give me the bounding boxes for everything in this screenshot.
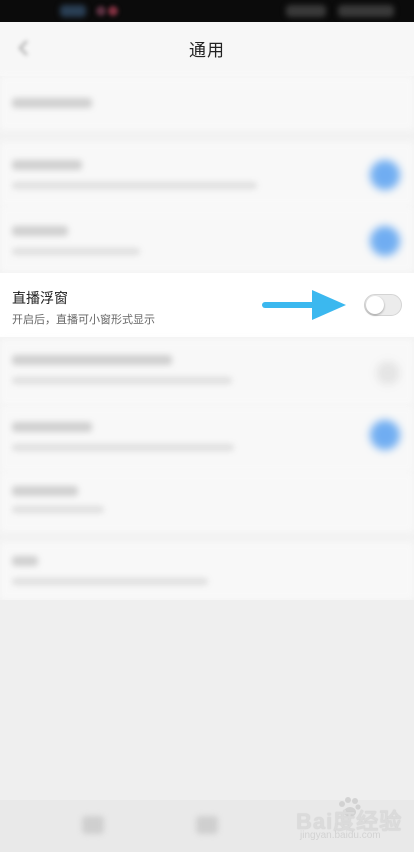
settings-row-blurred[interactable] bbox=[0, 142, 414, 206]
settings-row-blurred[interactable] bbox=[0, 472, 414, 532]
battery-icon bbox=[338, 5, 394, 17]
setting-description bbox=[12, 578, 208, 585]
setting-label bbox=[12, 160, 82, 170]
setting-description bbox=[12, 444, 234, 451]
pointer-arrow-icon bbox=[262, 290, 346, 320]
live-float-window-toggle[interactable] bbox=[364, 294, 402, 316]
setting-label bbox=[12, 556, 38, 566]
setting-label bbox=[12, 422, 92, 432]
setting-description bbox=[12, 248, 140, 255]
nav-home-icon[interactable] bbox=[196, 816, 218, 834]
watermark-url: jingyan.baidu.com bbox=[300, 830, 381, 841]
setting-title: 直播浮窗 bbox=[12, 290, 68, 306]
signal-icon bbox=[286, 5, 326, 17]
toggle-switch-off[interactable] bbox=[376, 361, 400, 385]
settings-row-blurred[interactable] bbox=[0, 339, 414, 405]
toggle-switch-on[interactable] bbox=[370, 160, 400, 190]
setting-label bbox=[12, 98, 92, 108]
nav-back-icon[interactable] bbox=[82, 816, 104, 834]
setting-row-live-float-window[interactable]: 直播浮窗 开启后，直播可小窗形式显示 bbox=[0, 273, 414, 337]
status-indicator bbox=[60, 5, 86, 17]
toggle-knob bbox=[366, 296, 384, 314]
settings-row-blurred[interactable] bbox=[0, 406, 414, 472]
setting-subtitle: 开启后，直播可小窗形式显示 bbox=[12, 314, 155, 326]
settings-row-blurred[interactable] bbox=[0, 542, 414, 600]
toggle-switch-on[interactable] bbox=[370, 420, 400, 450]
empty-area bbox=[0, 600, 414, 800]
app-header: 通用 bbox=[0, 22, 414, 76]
settings-row-blurred[interactable] bbox=[0, 76, 414, 130]
setting-label bbox=[12, 486, 78, 496]
toggle-switch-on[interactable] bbox=[370, 226, 400, 256]
status-bar bbox=[0, 0, 414, 22]
setting-description bbox=[12, 377, 232, 384]
setting-label bbox=[12, 355, 172, 365]
status-icon bbox=[108, 6, 118, 16]
setting-description bbox=[12, 506, 104, 513]
settings-row-blurred[interactable] bbox=[0, 206, 414, 272]
page-title: 通用 bbox=[189, 41, 225, 60]
watermark: Bai度经验 jingyan.baidu.com bbox=[296, 797, 408, 846]
setting-label bbox=[12, 226, 68, 236]
status-icon bbox=[96, 6, 106, 16]
setting-description bbox=[12, 182, 257, 189]
